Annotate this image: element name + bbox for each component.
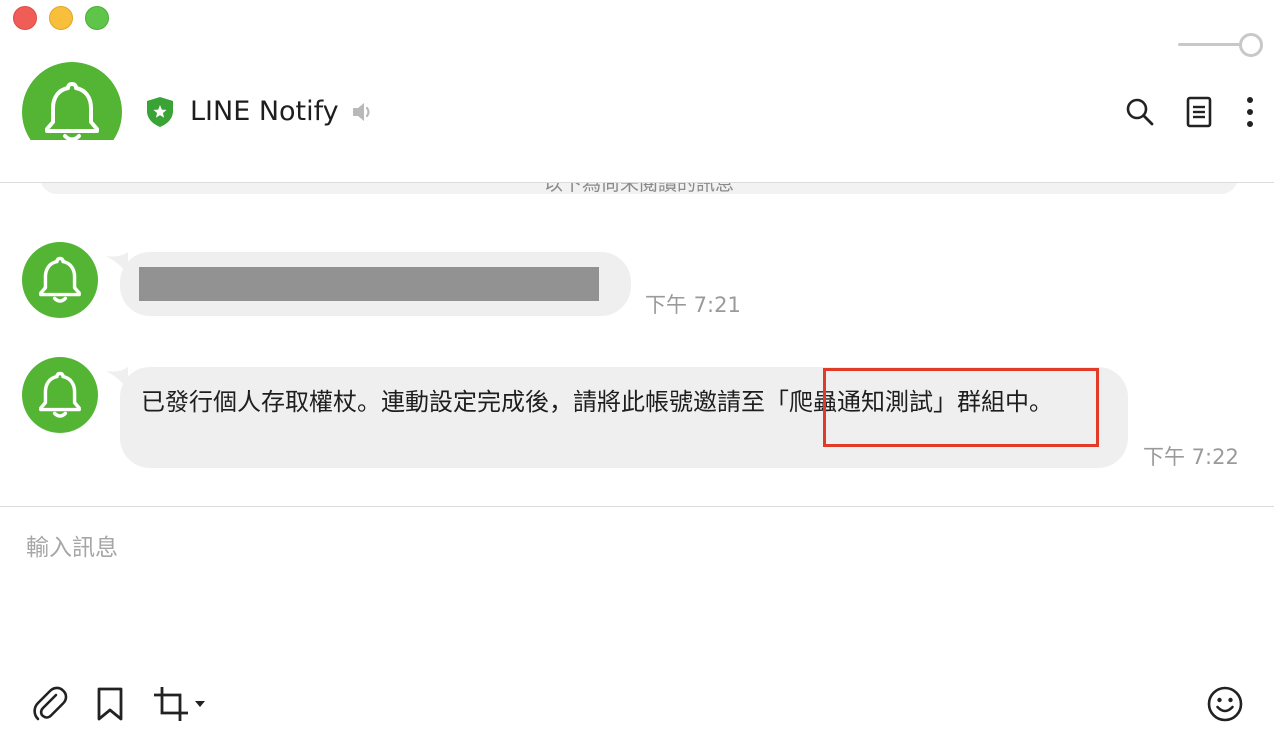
screenshot-options-button[interactable] [190,684,210,724]
notes-icon [1186,96,1212,128]
sender-avatar[interactable] [22,357,98,433]
crop-icon [154,687,188,721]
more-options-button[interactable] [1233,94,1267,130]
emoji-button[interactable] [1205,684,1245,724]
composer-divider [0,506,1274,507]
paperclip-icon [33,686,68,721]
bookmark-icon [97,687,123,721]
search-icon [1126,98,1154,126]
redacted-message-content [139,267,599,301]
close-window-button[interactable] [13,6,37,30]
minimize-window-button[interactable] [49,6,73,30]
notification-sound-toggle[interactable] [350,99,376,125]
annotation-highlight-box [823,368,1099,447]
search-button[interactable] [1123,94,1157,130]
header-divider [0,182,1274,183]
speaker-muted-icon [353,103,370,121]
zoom-window-button[interactable] [85,6,109,30]
message-timestamp: 下午 7:22 [1143,445,1239,469]
attach-file-button[interactable] [30,684,70,724]
more-vertical-icon [1247,97,1253,127]
message-input[interactable] [26,528,1246,568]
bell-icon [45,82,99,142]
notes-button[interactable] [1182,94,1216,130]
bell-icon [39,256,81,303]
shield-star-icon [147,97,173,127]
message-timestamp: 下午 7:21 [645,293,741,317]
screenshot-button[interactable] [151,684,191,724]
bell-icon [39,371,81,418]
window-controls [13,6,109,30]
official-account-badge [145,96,175,128]
slider-knob[interactable] [1239,33,1263,57]
sender-avatar[interactable] [22,242,98,318]
caret-down-icon [195,701,205,707]
keep-button[interactable] [90,684,130,724]
chat-title: LINE Notify [190,96,339,127]
slider-track [1178,43,1242,46]
opacity-slider[interactable] [1178,32,1263,57]
emoji-icon [1207,686,1243,722]
